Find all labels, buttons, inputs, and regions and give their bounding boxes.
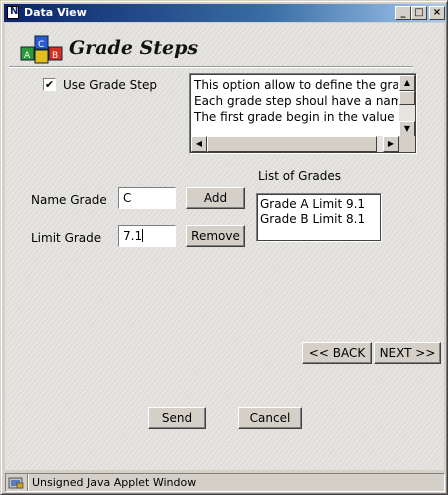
- title-bar[interactable]: Data View _ □ ×: [4, 4, 446, 22]
- info-line: Each grade step shoul have a name: [194, 94, 398, 108]
- minimize-button[interactable]: _: [395, 6, 411, 20]
- cancel-button[interactable]: Cancel: [238, 407, 302, 429]
- text-caret: [142, 229, 144, 242]
- list-item[interactable]: Grade B Limit 8.1: [260, 212, 381, 227]
- name-grade-label: Name Grade: [31, 193, 107, 207]
- info-text: This option allow to define the grade Ea…: [194, 77, 398, 137]
- send-button[interactable]: Send: [148, 407, 206, 429]
- info-line: The first grade begin in the value zero: [194, 110, 398, 124]
- svg-text:A: A: [24, 51, 31, 61]
- remove-button[interactable]: Remove: [186, 225, 245, 247]
- limit-grade-label: Limit Grade: [31, 231, 102, 245]
- status-bar: Unsigned Java Applet Window: [5, 473, 445, 492]
- close-button[interactable]: ×: [429, 6, 445, 20]
- limit-grade-value: 7.1: [123, 229, 143, 243]
- scroll-right-icon[interactable]: ▶: [383, 136, 399, 152]
- grades-list[interactable]: Grade A Limit 9.1 Grade B Limit 8.1: [256, 193, 382, 242]
- status-text: Unsigned Java Applet Window: [32, 476, 197, 489]
- main-panel: A C B Grade Steps ✔ Use Grade Step This …: [5, 23, 444, 470]
- window-title: Data View: [24, 6, 87, 19]
- svg-text:C: C: [38, 40, 44, 50]
- app-icon: [7, 6, 19, 19]
- applet-lock-icon: [8, 477, 24, 489]
- heading-divider: [9, 66, 413, 68]
- horizontal-scroll-thumb[interactable]: [207, 136, 377, 152]
- scroll-corner: [399, 136, 415, 152]
- vertical-scroll-thumb[interactable]: [399, 91, 415, 105]
- next-button[interactable]: NEXT >>: [374, 342, 441, 364]
- name-grade-input[interactable]: C: [118, 187, 176, 209]
- page-title: Grade Steps: [69, 37, 199, 59]
- horizontal-scrollbar[interactable]: ◀ ▶: [191, 136, 399, 152]
- back-button[interactable]: << BACK: [302, 342, 372, 364]
- info-line: This option allow to define the grade: [194, 78, 398, 92]
- applet-window: Data View _ □ × A C B Grade Steps ✔ Use …: [0, 0, 448, 495]
- scroll-left-icon[interactable]: ◀: [191, 136, 207, 152]
- svg-text:B: B: [52, 51, 58, 61]
- maximize-button[interactable]: □: [411, 6, 427, 20]
- use-grade-step-label[interactable]: Use Grade Step: [63, 78, 157, 92]
- list-of-grades-title: List of Grades: [258, 169, 342, 183]
- use-grade-step-checkbox[interactable]: ✔: [43, 78, 56, 91]
- list-item[interactable]: Grade A Limit 9.1: [260, 197, 381, 212]
- abc-blocks-icon: A C B: [20, 35, 63, 64]
- info-textarea[interactable]: This option allow to define the grade Ea…: [189, 73, 417, 154]
- status-divider: [27, 474, 29, 491]
- scroll-down-icon[interactable]: ▼: [399, 121, 415, 137]
- name-grade-value: C: [123, 191, 132, 205]
- vertical-scrollbar[interactable]: ▲ ▼: [399, 75, 415, 137]
- limit-grade-input[interactable]: 7.1: [118, 225, 176, 247]
- scroll-up-icon[interactable]: ▲: [399, 75, 415, 91]
- add-button[interactable]: Add: [186, 187, 245, 209]
